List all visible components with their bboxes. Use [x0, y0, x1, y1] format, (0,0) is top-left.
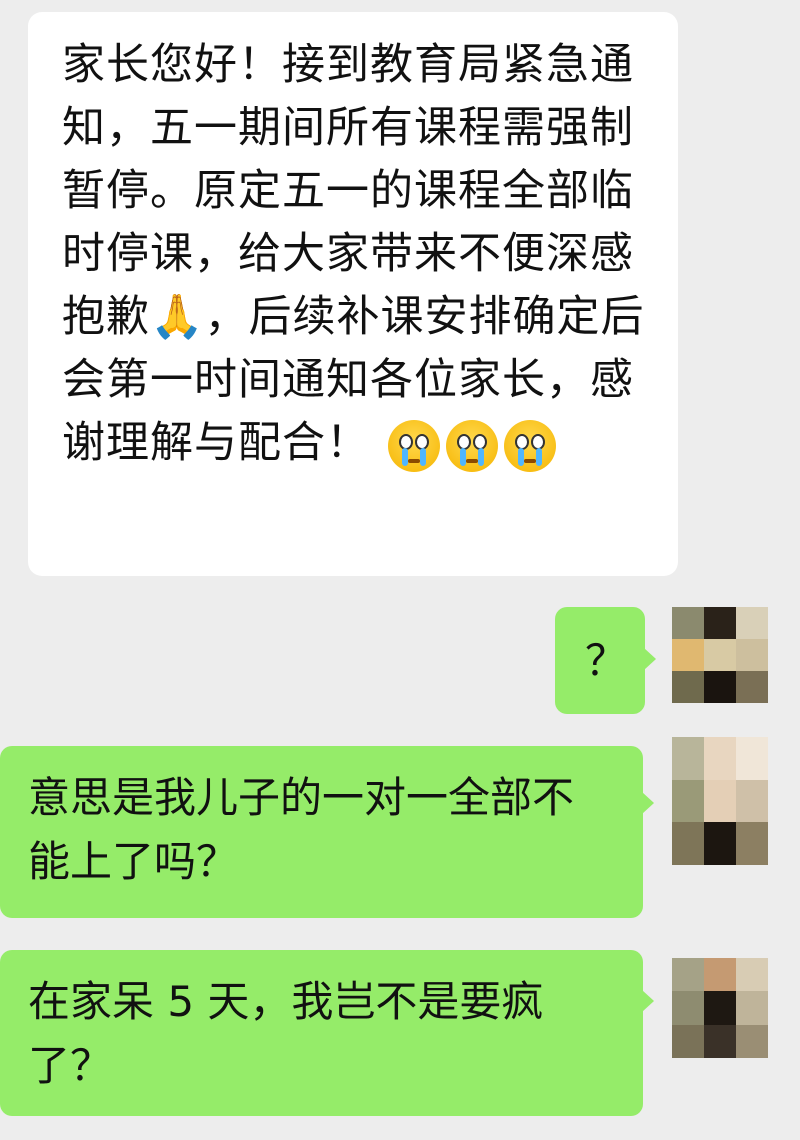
- crying-face-icon: [446, 419, 498, 472]
- avatar[interactable]: [672, 737, 768, 865]
- outgoing-message-bubble[interactable]: ？: [555, 607, 645, 714]
- avatar[interactable]: [672, 958, 768, 1058]
- outgoing-message-bubble[interactable]: 在家呆 5 天，我岂不是要疯了？: [0, 950, 643, 1116]
- incoming-message-bubble[interactable]: 家长您好！接到教育局紧急通知，五一期间所有课程需强制暂停。原定五一的课程全部临时…: [28, 12, 678, 576]
- message-text: 意思是我儿子的一对一全部不能上了吗？: [28, 773, 575, 886]
- bubble-tail: [642, 792, 654, 814]
- emoji-row: [388, 419, 556, 472]
- message-text: 在家呆 5 天，我岂不是要疯了？: [28, 977, 544, 1090]
- message-text: ？: [585, 636, 628, 685]
- bubble-tail: [642, 990, 654, 1012]
- outgoing-message-bubble[interactable]: 意思是我儿子的一对一全部不能上了吗？: [0, 746, 643, 918]
- bubble-tail: [644, 648, 656, 670]
- crying-face-icon: [504, 419, 556, 472]
- avatar[interactable]: [672, 607, 768, 703]
- crying-face-icon: [388, 419, 440, 472]
- message-text: 家长您好！接到教育局紧急通知，五一期间所有课程需强制暂停。原定五一的课程全部临时…: [62, 40, 645, 468]
